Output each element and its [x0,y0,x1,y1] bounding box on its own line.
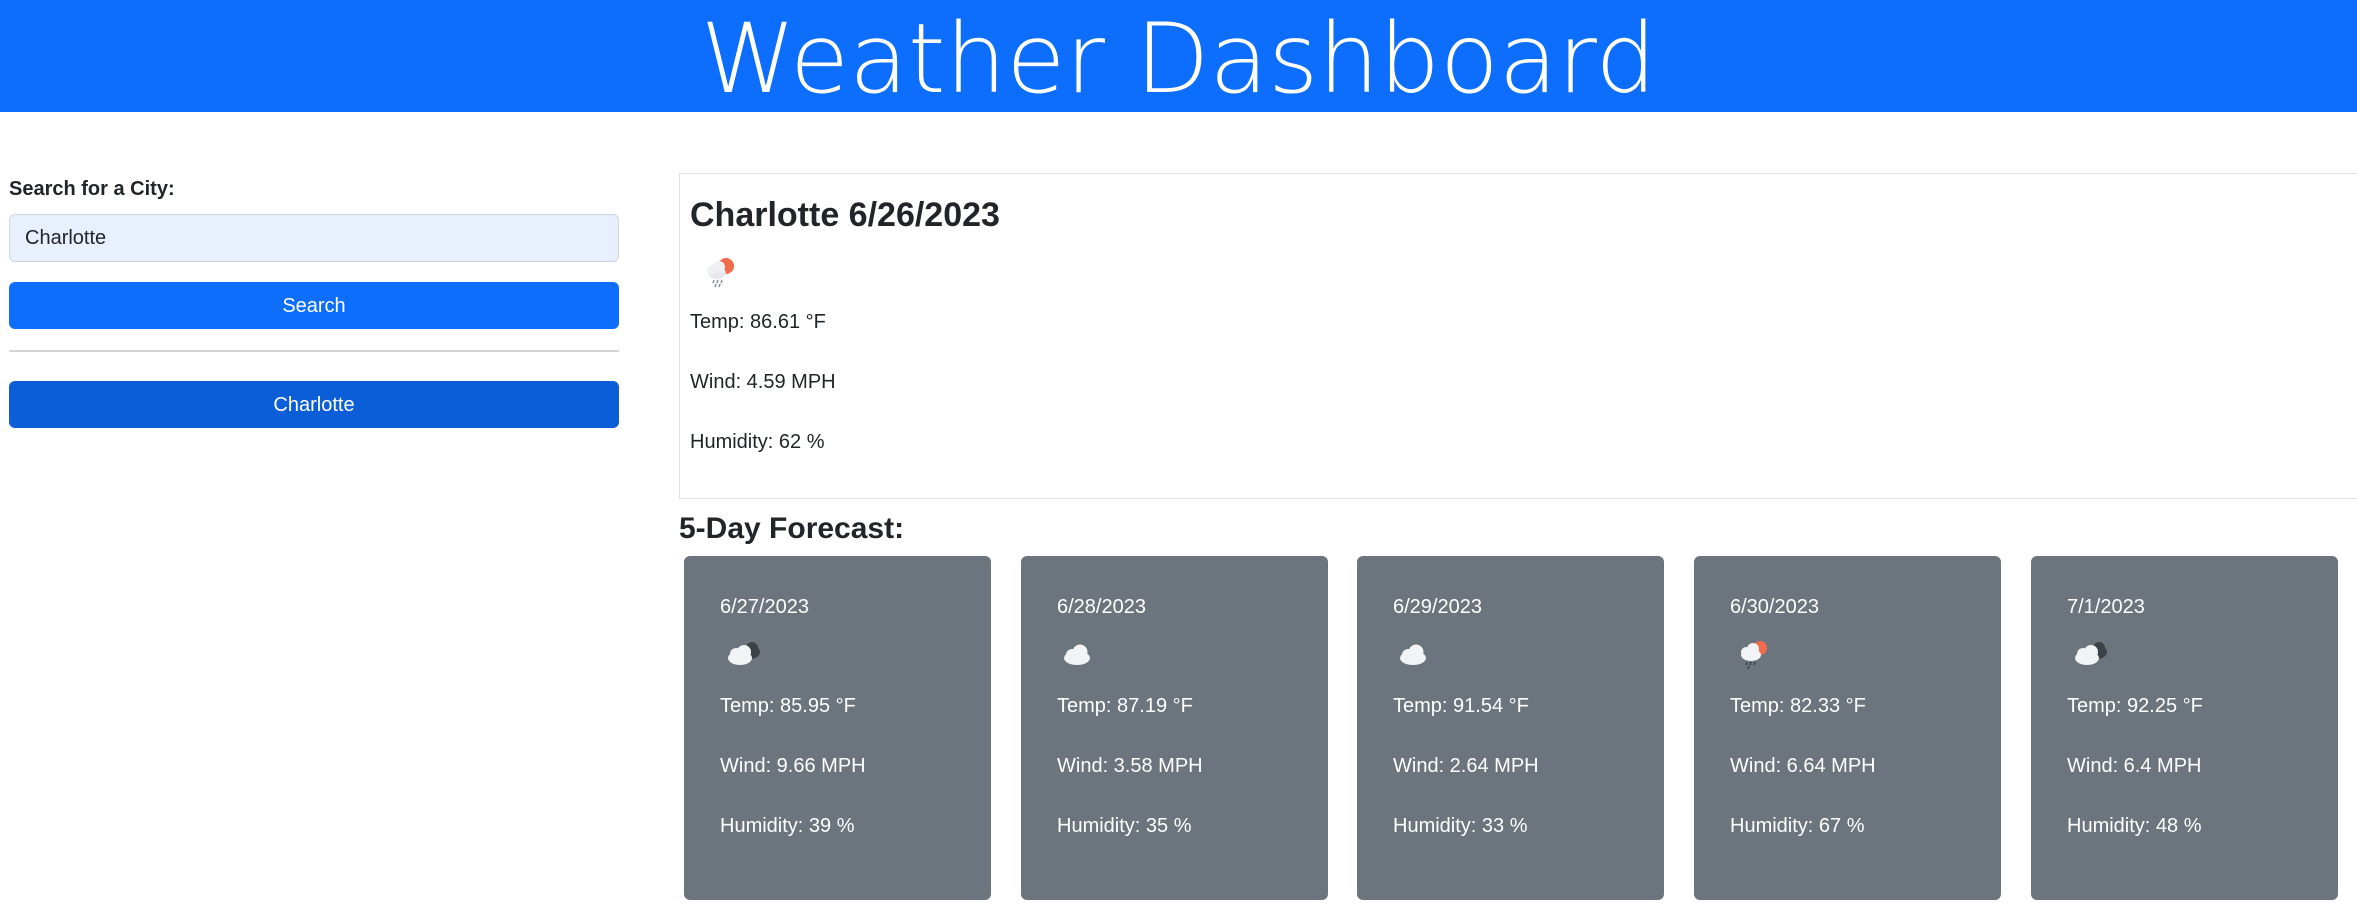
search-label: Search for a City: [9,178,175,200]
forecast-temp: Temp: 82.33 °F [1730,695,1866,717]
current-weather-panel: Charlotte 6/26/2023 Temp: 86.61 °F Wind:… [679,173,2357,499]
forecast-wind: Wind: 3.58 MPH [1057,755,1203,777]
current-wind: Wind: 4.59 MPH [690,371,836,393]
sidebar-divider [9,350,619,352]
current-humidity: Humidity: 62 % [690,431,825,453]
sun-behind-rain-cloud-icon [1730,636,1780,676]
forecast-wind: Wind: 9.66 MPH [720,755,866,777]
page-title: Weather Dashboard [700,3,1657,115]
sidebar: Search for a City: Search Charlotte [9,172,619,428]
forecast-date: 6/30/2023 [1730,596,1819,618]
current-temp: Temp: 86.61 °F [690,311,826,333]
city-search-input[interactable] [9,214,619,262]
forecast-temp: Temp: 85.95 °F [720,695,856,717]
search-button[interactable]: Search [9,282,619,329]
forecast-card: 7/1/2023 Temp: 92.25 °F Wind: 6.4 MPH Hu… [2031,556,2338,900]
forecast-humidity: Humidity: 39 % [720,815,855,837]
forecast-temp: Temp: 92.25 °F [2067,695,2203,717]
forecast-humidity: Humidity: 48 % [2067,815,2202,837]
forecast-temp: Temp: 91.54 °F [1393,695,1529,717]
forecast-wind: Wind: 2.64 MPH [1393,755,1539,777]
forecast-date: 7/1/2023 [2067,596,2145,618]
forecast-card: 6/29/2023 Temp: 91.54 °F Wind: 2.64 MPH … [1357,556,1664,900]
forecast-humidity: Humidity: 35 % [1057,815,1192,837]
history-button-charlotte[interactable]: Charlotte [9,381,619,428]
forecast-wind: Wind: 6.64 MPH [1730,755,1876,777]
forecast-card: 6/30/2023 Temp: 82.33 °F Wind: 6.64 MPH … [1694,556,2001,900]
page-header: Weather Dashboard [0,0,2357,115]
forecast-wind: Wind: 6.4 MPH [2067,755,2202,777]
broken-clouds-icon [720,636,770,676]
cloud-icon [1057,636,1107,676]
forecast-date: 6/29/2023 [1393,596,1482,618]
forecast-temp: Temp: 87.19 °F [1057,695,1193,717]
cloud-icon [1393,636,1443,676]
forecast-date: 6/28/2023 [1057,596,1146,618]
forecast-card: 6/28/2023 Temp: 87.19 °F Wind: 3.58 MPH … [1021,556,1328,900]
forecast-title: 5-Day Forecast: [679,512,905,545]
sun-behind-rain-cloud-icon [696,248,746,298]
forecast-card: 6/27/2023 Temp: 85.95 °F Wind: 9.66 MPH … [684,556,991,900]
forecast-humidity: Humidity: 67 % [1730,815,1865,837]
forecast-humidity: Humidity: 33 % [1393,815,1528,837]
current-city-date: Charlotte 6/26/2023 [690,196,1000,234]
broken-clouds-icon [2067,636,2117,676]
forecast-date: 6/27/2023 [720,596,809,618]
